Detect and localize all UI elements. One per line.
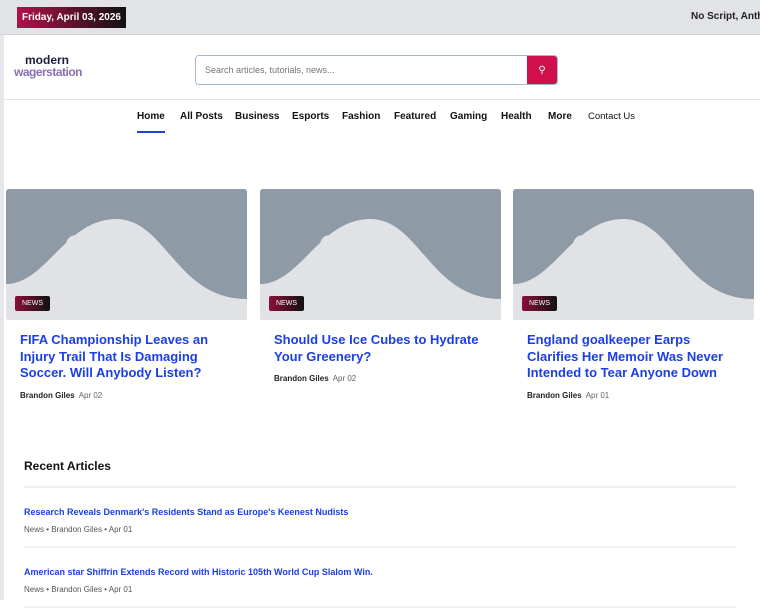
card-title[interactable]: FIFA Championship Leaves an Injury Trail… [20, 332, 233, 382]
section-heading: Recent Articles [24, 459, 736, 488]
nav-all-posts[interactable]: All Posts [180, 111, 223, 122]
category-badge[interactable]: NEWS [522, 296, 557, 311]
author[interactable]: Brandon Giles [20, 391, 75, 400]
search-button[interactable]: ⚲ [527, 56, 557, 84]
list-item: American star Shiffrin Extends Record wi… [24, 548, 736, 608]
nav-health[interactable]: Health [501, 111, 532, 122]
search-box: ⚲ [195, 55, 558, 85]
article-card[interactable]: NEWS England goalkeeper Earps Clarifies … [513, 189, 754, 400]
nav-contact-us[interactable]: Contact Us [588, 111, 635, 122]
nav-home[interactable]: Home [137, 111, 165, 133]
search-input[interactable] [196, 56, 526, 84]
author[interactable]: Brandon Giles [527, 391, 582, 400]
date: Apr 02 [78, 390, 103, 400]
list-item: Research Reveals Denmark's Residents Sta… [24, 488, 736, 548]
placeholder-image: NEWS [260, 189, 501, 320]
placeholder-image: NEWS [6, 189, 247, 320]
card-title[interactable]: Should Use Ice Cubes to Hydrate Your Gre… [274, 332, 487, 365]
top-bar-text: No Script, Anthor [691, 11, 760, 22]
nav-gaming[interactable]: Gaming [450, 111, 487, 122]
recent-title[interactable]: Research Reveals Denmark's Residents Sta… [24, 507, 736, 517]
top-bar: Friday, April 03, 2026 No Script, Anthor [0, 0, 760, 35]
article-card[interactable]: NEWS Should Use Ice Cubes to Hydrate You… [260, 189, 501, 383]
recent-title[interactable]: American star Shiffrin Extends Record wi… [24, 567, 736, 577]
category-badge[interactable]: NEWS [269, 296, 304, 311]
recent-meta: News • Brandon Giles • Apr 01 [24, 525, 133, 534]
search-icon: ⚲ [538, 64, 546, 76]
date: Apr 02 [332, 374, 357, 383]
nav-featured[interactable]: Featured [394, 111, 436, 122]
recent-articles: Recent Articles Research Reveals Denmark… [24, 459, 736, 608]
card-meta: Brandon Giles Apr 01 [527, 391, 740, 400]
logo-line2: wagerstation [14, 65, 83, 79]
recent-meta: News • Brandon Giles • Apr 01 [24, 585, 133, 594]
date: Apr 01 [585, 390, 610, 400]
card-meta: Brandon Giles Apr 02 [274, 374, 487, 383]
author[interactable]: Brandon Giles [274, 374, 329, 383]
placeholder-image: NEWS [513, 189, 754, 320]
article-card[interactable]: NEWS FIFA Championship Leaves an Injury … [6, 189, 247, 400]
logo[interactable]: modern wagerstation [14, 54, 83, 79]
card-title[interactable]: England goalkeeper Earps Clarifies Her M… [527, 332, 740, 382]
nav-esports[interactable]: Esports [292, 111, 329, 122]
card-meta: Brandon Giles Apr 02 [20, 391, 233, 400]
nav-more[interactable]: More [548, 111, 572, 122]
category-badge[interactable]: NEWS [15, 296, 50, 311]
nav-fashion[interactable]: Fashion [342, 111, 380, 122]
header: modern wagerstation ⚲ [0, 36, 760, 100]
nav-business[interactable]: Business [235, 111, 279, 122]
date-badge: Friday, April 03, 2026 [17, 7, 126, 28]
